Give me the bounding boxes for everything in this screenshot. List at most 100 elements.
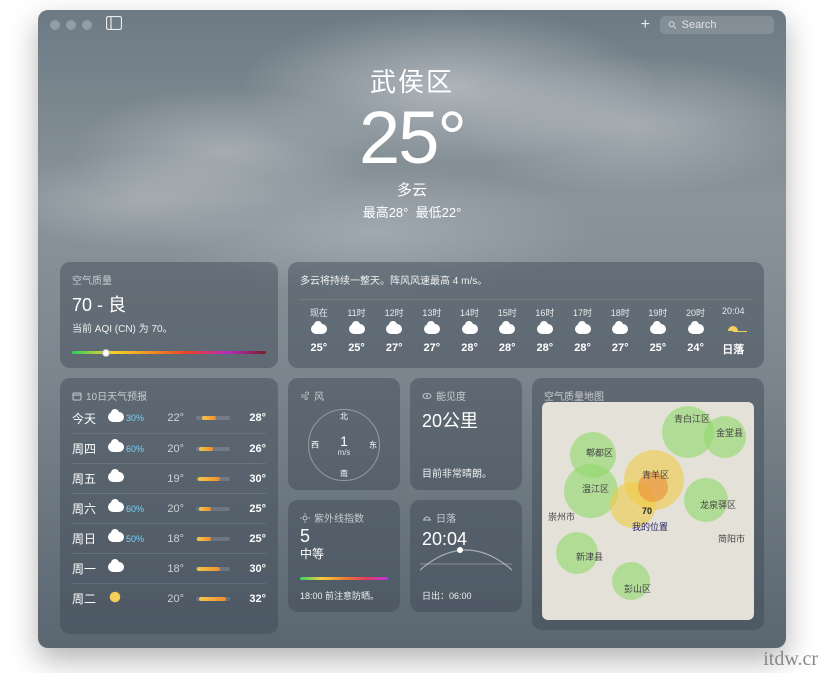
uv-value: 5: [300, 527, 388, 545]
hour-cell: 19时25°: [639, 306, 677, 357]
traffic-lights[interactable]: [50, 20, 92, 30]
uv-desc: 18:00 前注意防晒。: [300, 589, 379, 602]
search-input[interactable]: [682, 19, 766, 31]
sun-path: [420, 544, 512, 576]
hour-cell: 16时28°: [526, 306, 564, 357]
cloud-icon: [108, 562, 124, 572]
hour-cell: 20时24°: [677, 306, 715, 357]
cloud-icon: [108, 442, 124, 452]
map-label: 龙泉驿区: [700, 498, 736, 511]
cloud-icon: [424, 324, 440, 334]
sunset-card[interactable]: 日落 20:04 日出：06:00: [410, 500, 522, 612]
cloud-icon: [462, 324, 478, 334]
ten-day-card[interactable]: 10日天气预报 今天30%22°28°周四60%20°26°周五19°30°周六…: [60, 378, 278, 634]
hour-cell: 17时28°: [564, 306, 602, 357]
sunset-icon: [422, 513, 432, 523]
aqi-marker: [102, 349, 110, 357]
add-location-button[interactable]: +: [641, 17, 650, 33]
wind-card[interactable]: 风 北南 西东 1m/s: [288, 378, 400, 490]
hourly-summary: 多云将持续一整天。阵风风速最高 4 m/s。: [300, 272, 752, 287]
visibility-desc: 目前非常晴朗。: [422, 465, 492, 480]
uv-scale: [300, 577, 388, 580]
current-temp: 25°: [38, 101, 786, 175]
uv-level: 中等: [300, 545, 388, 562]
titlebar: +: [38, 10, 786, 40]
cloud-icon: [108, 472, 124, 482]
cloud-icon: [575, 324, 591, 334]
search-field[interactable]: [660, 16, 774, 34]
hour-cell: 18时27°: [601, 306, 639, 357]
map-label: 彭山区: [624, 582, 651, 595]
aqi-title: 空气质量: [72, 272, 266, 287]
hour-cell: 20:04日落: [714, 306, 752, 357]
cloud-icon: [650, 324, 666, 334]
day-row[interactable]: 今天30%22°28°: [72, 403, 266, 433]
day-row[interactable]: 周二20°32°: [72, 583, 266, 613]
map-label: 青羊区: [642, 468, 669, 481]
watermark: itdw.cr: [763, 648, 818, 671]
map-label: 简阳市: [718, 532, 745, 545]
cloud-icon: [108, 502, 124, 512]
visibility-card[interactable]: 能见度 20公里 目前非常晴朗。: [410, 378, 522, 490]
wind-speed: 1: [309, 434, 379, 448]
day-list: 今天30%22°28°周四60%20°26°周五19°30°周六60%20°25…: [72, 403, 266, 613]
wind-title: 风: [300, 388, 388, 403]
eye-icon: [422, 391, 432, 401]
map-label: 崇州市: [548, 510, 575, 523]
hourly-row: 现在25°11时25°12时27°13时27°14时28°15时28°16时28…: [300, 299, 752, 357]
map-label: 温江区: [582, 482, 609, 495]
hi-lo: 最高28° 最低22°: [38, 202, 786, 221]
sun-icon: [300, 513, 310, 523]
uv-title: 紫外线指数: [300, 510, 388, 525]
map-label: 青白江区: [674, 412, 710, 425]
visibility-title: 能见度: [422, 388, 510, 403]
visibility-value: 20公里: [422, 407, 510, 433]
day-row[interactable]: 周一18°30°: [72, 553, 266, 583]
day-row[interactable]: 周日50%18°25°: [72, 523, 266, 553]
minimize-dot[interactable]: [66, 20, 76, 30]
sunset-title: 日落: [422, 510, 510, 525]
hour-cell: 15时28°: [488, 306, 526, 357]
cloud-icon: [108, 532, 124, 542]
sun-icon: [108, 590, 122, 604]
hour-cell: 14时28°: [451, 306, 489, 357]
sidebar-toggle-icon[interactable]: [106, 16, 122, 35]
cloud-icon: [349, 324, 365, 334]
cloud-icon: [311, 324, 327, 334]
day-row[interactable]: 周六60%20°25°: [72, 493, 266, 523]
day-row[interactable]: 周四60%20°26°: [72, 433, 266, 463]
wind-icon: [300, 391, 310, 401]
map-label: 金堂县: [716, 426, 743, 439]
current-condition: 多云: [38, 179, 786, 200]
uv-card[interactable]: 紫外线指数 5 中等 18:00 前注意防晒。: [288, 500, 400, 612]
hourly-card[interactable]: 多云将持续一整天。阵风风速最高 4 m/s。 现在25°11时25°12时27°…: [288, 262, 764, 368]
calendar-icon: [72, 391, 82, 401]
hour-cell: 12时27°: [375, 306, 413, 357]
weather-window: + 武侯区 25° 多云 最高28° 最低22° 空气质量 70 - 良 当前 …: [38, 10, 786, 648]
aq-map-you-label: 我的位置: [632, 520, 668, 533]
ten-day-title: 10日天气预报: [72, 388, 266, 403]
sunrise-line: 日出：06:00: [422, 589, 472, 602]
compass: 北南 西东 1m/s: [308, 409, 380, 481]
close-dot[interactable]: [50, 20, 60, 30]
aq-map-card[interactable]: 空气质量地图 70 我的位置 青白江区金堂县郫都区温江区青羊区崇州市龙泉驿区新津…: [532, 378, 764, 630]
zoom-dot[interactable]: [82, 20, 92, 30]
hour-cell: 13时27°: [413, 306, 451, 357]
map-label: 新津县: [576, 550, 603, 563]
cloud-icon: [537, 324, 553, 334]
aq-map-title: 空气质量地图: [544, 388, 752, 403]
cloud-icon: [386, 324, 402, 334]
search-icon: [668, 20, 677, 30]
map-canvas[interactable]: 70 我的位置 青白江区金堂县郫都区温江区青羊区崇州市龙泉驿区新津县简阳市彭山区: [542, 402, 754, 620]
hour-cell: 现在25°: [300, 306, 338, 357]
location-name: 武侯区: [38, 62, 786, 99]
cloud-icon: [612, 324, 628, 334]
hour-cell: 11时25°: [338, 306, 376, 357]
cloud-icon: [499, 324, 515, 334]
current-conditions: 武侯区 25° 多云 最高28° 最低22°: [38, 62, 786, 221]
day-row[interactable]: 周五19°30°: [72, 463, 266, 493]
aqi-card[interactable]: 空气质量 70 - 良 当前 AQI (CN) 为 70。: [60, 262, 278, 368]
aq-map-center-value: 70: [642, 506, 652, 516]
cloud-icon: [108, 412, 124, 422]
sunset-icon: [726, 321, 740, 333]
